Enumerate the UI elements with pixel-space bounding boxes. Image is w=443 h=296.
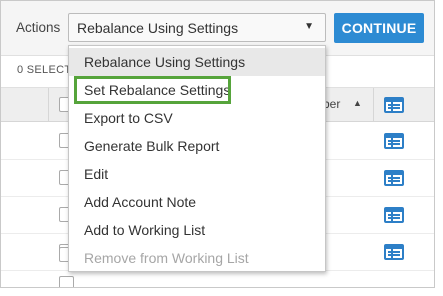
selected-count: 0 SELECT xyxy=(17,64,72,76)
column-divider xyxy=(373,88,374,121)
row-details-icon[interactable] xyxy=(384,244,404,260)
menu-item-export-to-csv[interactable]: Export to CSV xyxy=(69,104,325,132)
continue-button[interactable]: CONTINUE xyxy=(334,13,424,43)
menu-item-edit[interactable]: Edit xyxy=(69,160,325,188)
menu-item-remove-from-working-list: Remove from Working List xyxy=(84,250,249,266)
caret-down-icon: ▼ xyxy=(304,21,314,32)
menu-item-generate-bulk-report[interactable]: Generate Bulk Report xyxy=(69,132,325,160)
sort-ascending-icon[interactable]: ▲ xyxy=(353,98,362,108)
actions-select-value: Rebalance Using Settings xyxy=(77,20,239,36)
row-details-icon[interactable] xyxy=(384,170,404,186)
menu-item-rebalance-using-settings[interactable]: Rebalance Using Settings xyxy=(69,48,325,76)
actions-label: Actions xyxy=(16,20,61,35)
row-checkbox[interactable] xyxy=(59,276,74,287)
menu-item-set-rebalance-settings[interactable]: Set Rebalance Settings xyxy=(74,76,231,104)
column-divider xyxy=(48,88,49,121)
row-details-icon[interactable] xyxy=(384,207,404,223)
screenshot-frame: Actions Rebalance Using Settings ▼ CONTI… xyxy=(0,0,435,288)
actions-dropdown-menu: Rebalance Using Settings Set Rebalance S… xyxy=(68,45,326,272)
actions-select[interactable]: Rebalance Using Settings ▼ xyxy=(68,13,326,42)
column-chooser-icon[interactable] xyxy=(384,97,404,113)
row-details-icon[interactable] xyxy=(384,133,404,149)
menu-item-add-to-working-list[interactable]: Add to Working List xyxy=(69,216,325,244)
menu-item-add-account-note[interactable]: Add Account Note xyxy=(69,188,325,216)
